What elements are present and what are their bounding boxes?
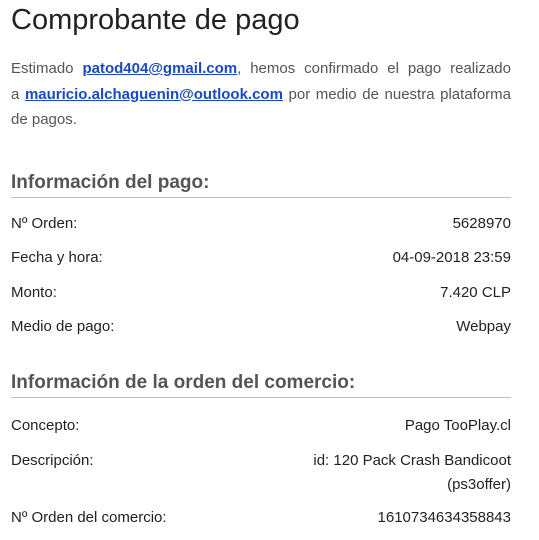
page-title: Comprobante de pago — [11, 4, 300, 36]
payment-datetime-label: Fecha y hora: — [11, 249, 103, 266]
payment-method-label: Medio de pago: — [11, 318, 115, 335]
payment-amount-value: 7.420 CLP — [440, 284, 511, 301]
payment-datetime-value: 04-09-2018 23:59 — [392, 249, 511, 266]
order-merchant-order-value: 1610734634358843 — [377, 509, 511, 526]
payment-row-datetime: Fecha y hora: 04-09-2018 23:59 — [11, 246, 511, 270]
payment-order-label: Nº Orden: — [11, 215, 78, 232]
order-concept-value: Pago TooPlay.cl — [404, 417, 511, 434]
order-description-label: Descripción: — [11, 452, 94, 469]
intro-paragraph: Estimado patod404@gmail.com, hemos confi… — [11, 56, 511, 133]
order-info-heading: Información de la orden del comercio: — [11, 371, 511, 398]
recipient-email-link[interactable]: mauricio.alchaguenin@outlook.com — [25, 86, 283, 103]
payment-row-order: Nº Orden: 5628970 — [11, 212, 511, 236]
intro-prefix: Estimado — [11, 60, 74, 77]
payment-row-method: Medio de pago: Webpay — [11, 315, 511, 339]
sender-email-link[interactable]: patod404@gmail.com — [82, 60, 237, 77]
order-row-description: Descripción: id: 120 Pack Crash Bandicoo… — [11, 449, 511, 497]
order-row-concept: Concepto: Pago TooPlay.cl — [11, 414, 511, 438]
order-merchant-order-label: Nº Orden del comercio: — [11, 509, 167, 526]
order-description-value: id: 120 Pack Crash Bandicoot (ps3offer) — [313, 452, 511, 493]
order-row-merchant-order: Nº Orden del comercio: 1610734634358843 — [11, 506, 511, 530]
payment-amount-label: Monto: — [11, 284, 57, 301]
payment-info-heading: Información del pago: — [11, 171, 511, 198]
payment-order-value: 5628970 — [452, 215, 511, 232]
payment-method-value: Webpay — [456, 318, 511, 335]
payment-row-amount: Monto: 7.420 CLP — [11, 281, 511, 305]
order-concept-label: Concepto: — [11, 417, 80, 434]
